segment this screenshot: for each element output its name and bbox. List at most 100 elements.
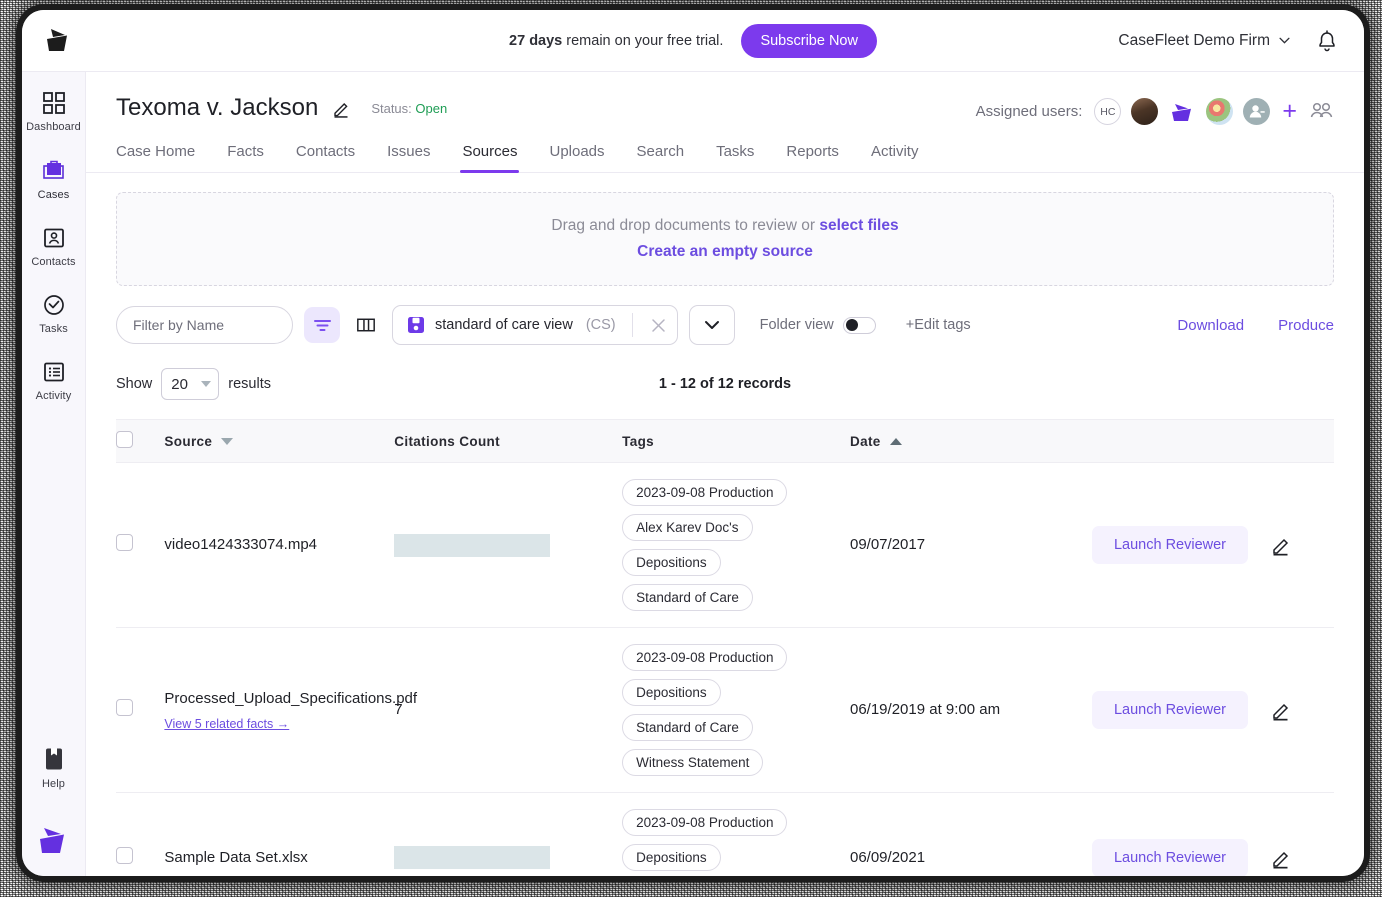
left-nav-rail: Dashboard Cases Contacts bbox=[22, 72, 86, 876]
sidebar-item-help[interactable]: Help bbox=[22, 747, 86, 790]
column-header-actions bbox=[1092, 420, 1334, 463]
sidebar-item-dashboard[interactable]: Dashboard bbox=[22, 92, 86, 133]
tab-uploads[interactable]: Uploads bbox=[533, 139, 620, 172]
folder-view-control[interactable]: Folder view bbox=[760, 317, 876, 334]
launch-reviewer-button[interactable]: Launch Reviewer bbox=[1092, 691, 1248, 729]
tag-chip[interactable]: Alex Karev Doc's bbox=[622, 514, 752, 541]
source-name[interactable]: video1424333074.mp4 bbox=[164, 533, 394, 556]
filter-lines-icon bbox=[313, 318, 332, 333]
tab-reports[interactable]: Reports bbox=[770, 139, 855, 172]
row-source-cell: video1424333074.mp4 bbox=[164, 463, 394, 628]
avatar-flowers[interactable] bbox=[1206, 98, 1233, 125]
download-button[interactable]: Download bbox=[1177, 317, 1244, 334]
sidebar-item-cases[interactable]: Cases bbox=[22, 159, 86, 201]
add-user-button[interactable]: + bbox=[1280, 99, 1299, 124]
row-checkbox[interactable] bbox=[116, 699, 133, 716]
tag-chip[interactable]: 2023-09-08 Production bbox=[622, 644, 787, 671]
case-title-row: Texoma v. Jackson Status: Open bbox=[116, 94, 447, 122]
page-size-select[interactable]: 20 bbox=[161, 368, 219, 400]
source-date: 09/07/2017 bbox=[850, 536, 925, 553]
table-row[interactable]: Sample Data Set.xlsx 2023-09-08 Producti… bbox=[116, 793, 1334, 877]
tag-chip[interactable]: Depositions bbox=[622, 549, 721, 576]
avatar-photo[interactable] bbox=[1131, 98, 1158, 125]
tab-sources[interactable]: Sources bbox=[446, 139, 533, 172]
source-name[interactable]: Processed_Upload_Specifications.pdf bbox=[164, 687, 394, 710]
tab-activity[interactable]: Activity bbox=[855, 139, 935, 172]
dropzone-prompt: Drag and drop documents to review or sel… bbox=[551, 217, 898, 235]
chevron-down-icon bbox=[704, 320, 720, 330]
tag-chip[interactable]: Witness Statement bbox=[622, 749, 763, 776]
folder-view-toggle[interactable] bbox=[843, 317, 876, 334]
notification-bell-icon[interactable] bbox=[1316, 28, 1338, 53]
select-files-link[interactable]: select files bbox=[819, 217, 898, 234]
sidebar-item-contacts[interactable]: Contacts bbox=[22, 227, 86, 268]
saved-views-dropdown-button[interactable] bbox=[689, 305, 735, 345]
check-circle-icon bbox=[43, 294, 65, 316]
row-select-cell bbox=[116, 793, 164, 877]
record-count: 1 - 12 of 12 records bbox=[116, 376, 1334, 392]
status-label: Status: bbox=[371, 101, 411, 116]
filter-button[interactable] bbox=[304, 307, 340, 343]
column-header-date[interactable]: Date bbox=[850, 420, 1092, 463]
page-title: Texoma v. Jackson bbox=[116, 94, 318, 122]
launch-reviewer-button[interactable]: Launch Reviewer bbox=[1092, 526, 1248, 564]
firm-menu[interactable]: CaseFleet Demo Firm bbox=[1118, 32, 1290, 50]
edit-tags-button[interactable]: +Edit tags bbox=[906, 317, 971, 333]
pencil-edit-icon[interactable] bbox=[1270, 847, 1292, 869]
row-checkbox[interactable] bbox=[116, 534, 133, 551]
avatar-person-silhouette[interactable] bbox=[1243, 98, 1270, 125]
sidebar-label-cases: Cases bbox=[38, 189, 70, 201]
sidebar-item-activity[interactable]: Activity bbox=[22, 361, 86, 402]
tab-case-home[interactable]: Case Home bbox=[116, 139, 211, 172]
column-header-tags[interactable]: Tags bbox=[622, 420, 850, 463]
source-name[interactable]: Sample Data Set.xlsx bbox=[164, 846, 394, 869]
filter-by-name-input[interactable] bbox=[116, 306, 293, 344]
select-all-checkbox[interactable] bbox=[116, 431, 133, 448]
row-actions-cell: Launch Reviewer bbox=[1092, 793, 1334, 877]
citations-redacted-bar bbox=[394, 846, 550, 869]
avatar-initials[interactable]: HC bbox=[1094, 98, 1121, 125]
column-header-source[interactable]: Source bbox=[164, 420, 394, 463]
pencil-edit-icon[interactable] bbox=[1270, 699, 1292, 721]
pencil-edit-icon[interactable] bbox=[332, 99, 351, 118]
row-checkbox[interactable] bbox=[116, 847, 133, 864]
contact-card-icon bbox=[43, 227, 65, 249]
close-x-icon[interactable] bbox=[645, 311, 673, 339]
related-facts-link[interactable]: View 5 related facts → bbox=[164, 717, 289, 731]
produce-button[interactable]: Produce bbox=[1278, 317, 1334, 334]
sidebar-item-tasks[interactable]: Tasks bbox=[22, 294, 86, 335]
file-dropzone[interactable]: Drag and drop documents to review or sel… bbox=[116, 192, 1334, 286]
table-row[interactable]: Processed_Upload_Specifications.pdf View… bbox=[116, 628, 1334, 793]
tab-issues[interactable]: Issues bbox=[371, 139, 446, 172]
avatar-casefleet-logo[interactable] bbox=[1168, 101, 1196, 123]
create-empty-source-link[interactable]: Create an empty source bbox=[637, 243, 813, 261]
tag-chip[interactable]: Standard of Care bbox=[622, 584, 753, 611]
column-header-citations-count[interactable]: Citations Count bbox=[394, 420, 622, 463]
tag-chip[interactable]: 2023-09-08 Production bbox=[622, 479, 787, 506]
column-settings-button[interactable] bbox=[351, 309, 381, 341]
row-select-cell bbox=[116, 463, 164, 628]
help-book-icon bbox=[44, 747, 64, 771]
tag-chip[interactable]: 2023-09-08 Production bbox=[622, 809, 787, 836]
row-tags-cell: 2023-09-08 Production Alex Karev Doc's D… bbox=[622, 463, 850, 628]
saved-view-chip[interactable]: standard of care view (CS) bbox=[392, 305, 678, 345]
table-row[interactable]: video1424333074.mp4 2023-09-08 Productio… bbox=[116, 463, 1334, 628]
tag-chip[interactable]: Depositions bbox=[622, 679, 721, 706]
source-date: 06/09/2021 bbox=[850, 849, 925, 866]
tab-contacts[interactable]: Contacts bbox=[280, 139, 371, 172]
tab-search[interactable]: Search bbox=[621, 139, 701, 172]
casefleet-logo-bottom-icon[interactable] bbox=[22, 822, 86, 858]
pencil-edit-icon[interactable] bbox=[1270, 534, 1292, 556]
people-group-icon[interactable] bbox=[1309, 102, 1334, 121]
tab-tasks[interactable]: Tasks bbox=[700, 139, 770, 172]
sidebar-label-contacts: Contacts bbox=[31, 256, 75, 268]
launch-reviewer-button[interactable]: Launch Reviewer bbox=[1092, 839, 1248, 877]
dropzone-prompt-text: Drag and drop documents to review or bbox=[551, 217, 819, 234]
casefleet-logo-icon[interactable] bbox=[40, 24, 86, 58]
subscribe-now-button[interactable]: Subscribe Now bbox=[741, 24, 877, 58]
table-header: Source Citations Count Tags Date bbox=[116, 420, 1334, 463]
columns-layout-icon bbox=[357, 316, 375, 334]
tab-facts[interactable]: Facts bbox=[211, 139, 280, 172]
tag-chip[interactable]: Depositions bbox=[622, 844, 721, 871]
tag-chip[interactable]: Standard of Care bbox=[622, 714, 753, 741]
